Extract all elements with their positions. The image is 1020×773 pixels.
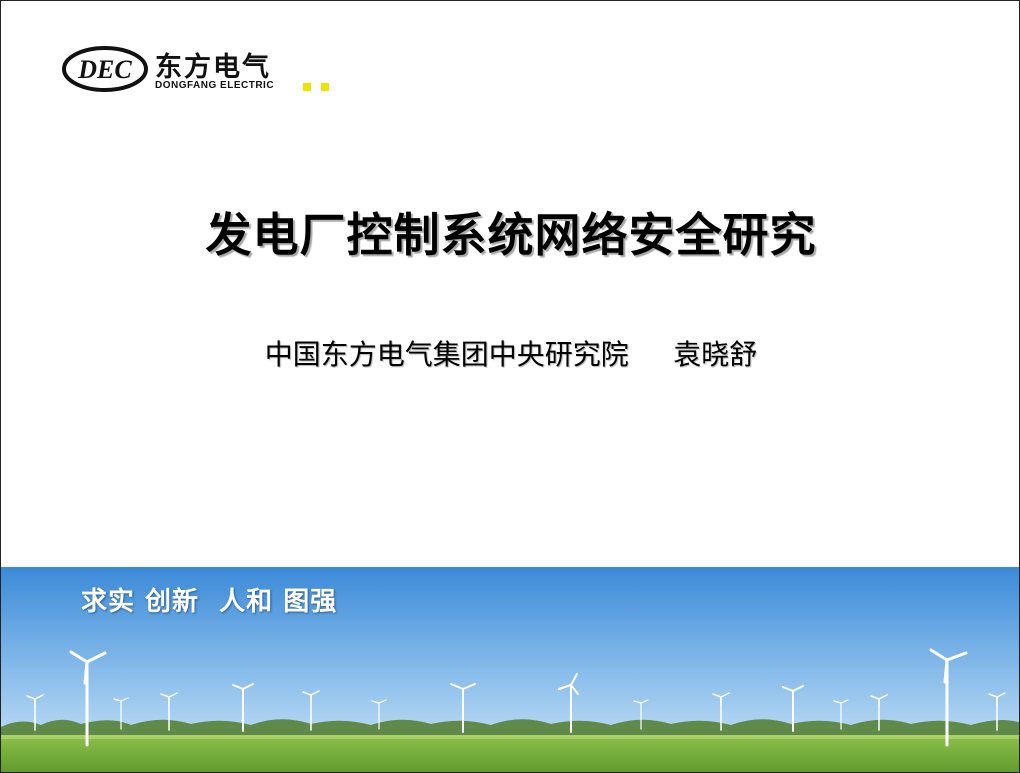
presentation-slide: DEC 东方电气 DONGFANG ELECTRIC 发电厂控制系统网络安全研究… bbox=[0, 0, 1020, 773]
accent-dot bbox=[303, 83, 311, 91]
wind-farm-banner: 求实 创新 人和 图强 bbox=[1, 567, 1019, 772]
slogan: 求实 创新 人和 图强 bbox=[81, 587, 338, 617]
company-name-cn: 东方电气 bbox=[155, 52, 271, 83]
grass-field bbox=[1, 735, 1019, 772]
dec-logo-mark: DEC bbox=[62, 46, 148, 92]
company-name-en: DONGFANG ELECTRIC bbox=[155, 80, 275, 91]
slide-subtitle: 中国东方电气集团中央研究院 袁晓舒 bbox=[264, 338, 758, 371]
accent-dot bbox=[321, 83, 329, 91]
company-logo: DEC 东方电气 DONGFANG ELECTRIC bbox=[61, 43, 301, 99]
accent-dots bbox=[303, 83, 333, 93]
logo-mark-text: DEC bbox=[77, 55, 132, 84]
slide-title: 发电厂控制系统网络安全研究 bbox=[205, 208, 817, 262]
